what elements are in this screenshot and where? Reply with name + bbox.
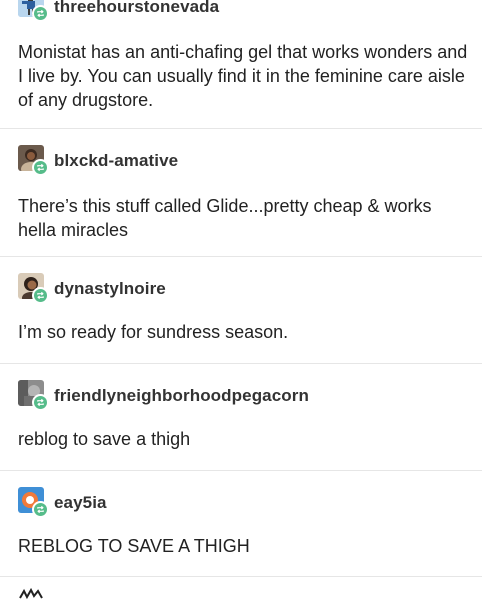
reblog-badge-icon xyxy=(32,287,49,304)
avatar[interactable] xyxy=(18,273,50,305)
avatar[interactable] xyxy=(18,380,50,412)
reblog-badge-icon xyxy=(32,394,49,411)
reblog-entry: blxckd-amative There’s this stuff called… xyxy=(0,128,482,257)
reblog-badge-icon xyxy=(32,159,49,176)
reblog-entry: threehourstonevada Monistat has an anti-… xyxy=(0,0,482,129)
username-link[interactable]: blxckd-amative xyxy=(54,151,178,171)
post-header: eay5ia xyxy=(18,486,107,520)
post-text: I’m so ready for sundress season. xyxy=(18,322,289,342)
post-header: threehourstonevada xyxy=(18,0,219,24)
post-text: reblog to save a thigh xyxy=(18,429,191,449)
post-text: There’s this stuff called Glide...pretty… xyxy=(18,196,432,240)
avatar[interactable] xyxy=(18,145,50,177)
reblog-entry-partial xyxy=(0,576,482,602)
post-text: REBLOG TO SAVE A THIGH xyxy=(18,536,250,556)
post-header: dynastylnoire xyxy=(18,272,166,306)
post-header: friendlyneighborhoodpegacorn xyxy=(18,379,309,413)
post-text: Monistat has an anti-chafing gel that wo… xyxy=(18,42,468,110)
avatar[interactable] xyxy=(18,0,50,23)
reblog-badge-icon xyxy=(32,5,49,22)
reblog-entry: dynastylnoire I’m so ready for sundress … xyxy=(0,256,482,364)
username-link[interactable]: threehourstonevada xyxy=(54,0,219,17)
username-link[interactable]: dynastylnoire xyxy=(54,279,166,299)
username-link[interactable]: friendlyneighborhoodpegacorn xyxy=(54,386,309,406)
username-link[interactable]: eay5ia xyxy=(54,493,107,513)
reblog-entry: eay5ia REBLOG TO SAVE A THIGH xyxy=(0,470,482,577)
post-header: blxckd-amative xyxy=(18,144,178,178)
reblog-entry: friendlyneighborhoodpegacorn reblog to s… xyxy=(0,363,482,471)
reblog-badge-icon xyxy=(32,501,49,518)
avatar[interactable] xyxy=(18,487,50,519)
